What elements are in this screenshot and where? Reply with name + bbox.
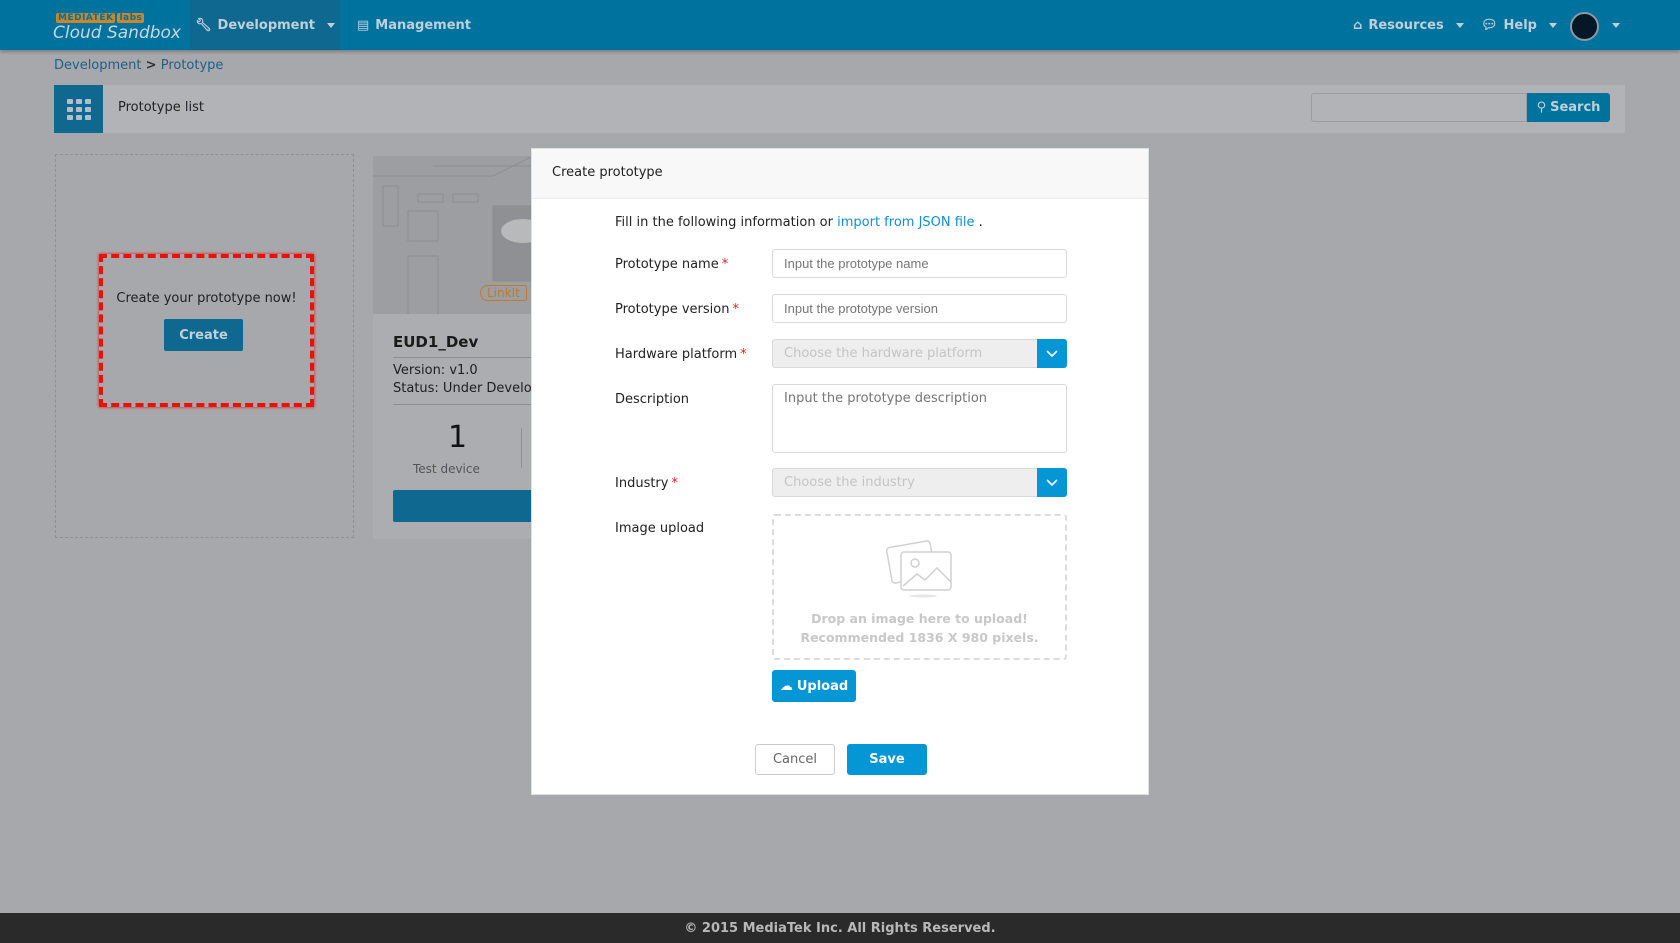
hardware-platform-select[interactable]: Choose the hardware platform xyxy=(772,339,1067,368)
footer-copyright: © 2015 MediaTek Inc. All Rights Reserved… xyxy=(0,913,1680,943)
create-message: Create your prototype now! xyxy=(116,291,297,306)
avatar[interactable] xyxy=(1570,12,1599,41)
nav-help[interactable]: 💬︎ Help xyxy=(1481,0,1557,50)
documents-icon: ▤ xyxy=(357,17,370,33)
logo-product[interactable]: Cloud Sandbox xyxy=(53,23,181,43)
inbox-icon: ⌂ xyxy=(1353,17,1363,33)
drop-recommendation: Recommended 1836 X 980 pixels. xyxy=(800,630,1039,645)
hardware-platform-label: Hardware platform * xyxy=(615,347,747,362)
chevron-down-icon[interactable] xyxy=(1037,468,1067,497)
create-button[interactable]: Create xyxy=(164,319,243,351)
prototype-status: Status: Under Developm xyxy=(393,381,553,396)
image-upload-label: Image upload xyxy=(615,521,705,536)
search-input[interactable] xyxy=(1311,93,1527,122)
cloud-upload-icon: ☁ xyxy=(779,678,793,694)
logo-brand[interactable]: MEDIATEK labs xyxy=(54,13,145,23)
prototype-version: Version: v1.0 xyxy=(393,363,478,378)
search-button[interactable]: ⚲ Search xyxy=(1527,93,1610,122)
nav-resources[interactable]: ⌂ Resources xyxy=(1353,0,1464,50)
nav-management[interactable]: ▤ Management xyxy=(357,0,471,50)
user-menu-caret-icon[interactable] xyxy=(1612,23,1620,28)
industry-label: Industry * xyxy=(615,476,678,491)
search-icon: ⚲ xyxy=(1536,100,1547,115)
wrench-icon: 🔧︎ xyxy=(195,17,212,33)
image-drop-zone[interactable]: Drop an image here to upload! Recommende… xyxy=(772,514,1067,660)
breadcrumb: Development > Prototype xyxy=(54,58,224,73)
save-button[interactable]: Save xyxy=(847,744,927,775)
intro-text: Fill in the following information or imp… xyxy=(615,215,983,230)
chevron-down-icon[interactable] xyxy=(1037,339,1067,368)
chat-icon: 💬︎ xyxy=(1481,17,1498,33)
breadcrumb-development[interactable]: Development xyxy=(54,58,142,73)
cancel-button[interactable]: Cancel xyxy=(755,744,835,775)
prototype-name[interactable]: EUD1_Dev xyxy=(393,333,478,351)
drop-instruction: Drop an image here to upload! xyxy=(811,611,1028,626)
prototype-name-label: Prototype name * xyxy=(615,257,729,272)
description-textarea[interactable] xyxy=(772,384,1067,453)
caret-down-icon xyxy=(1548,22,1557,28)
caret-down-icon xyxy=(1455,22,1464,28)
page-title: Prototype list xyxy=(118,100,204,115)
breadcrumb-prototype[interactable]: Prototype xyxy=(161,58,224,73)
image-icon xyxy=(885,540,952,598)
test-device-label: Test device xyxy=(413,462,480,476)
nav-development[interactable]: 🔧︎ Development xyxy=(190,0,340,50)
test-device-count: 1 xyxy=(447,420,468,455)
dialog-title: Create prototype xyxy=(532,149,1148,199)
import-json-link[interactable]: import from JSON file xyxy=(837,215,974,230)
industry-select[interactable]: Choose the industry xyxy=(772,468,1067,497)
platform-tag: LinkIt xyxy=(480,285,527,301)
prototype-name-input[interactable] xyxy=(772,249,1067,278)
caret-down-icon xyxy=(326,22,335,28)
upload-button[interactable]: ☁ Upload xyxy=(772,670,856,702)
prototype-version-label: Prototype version * xyxy=(615,302,739,317)
grid-icon xyxy=(54,85,103,133)
create-prototype-dialog: Create prototype Fill in the following i… xyxy=(531,148,1149,795)
description-label: Description xyxy=(615,392,690,407)
prototype-version-input[interactable] xyxy=(772,294,1067,323)
divider xyxy=(521,428,522,468)
